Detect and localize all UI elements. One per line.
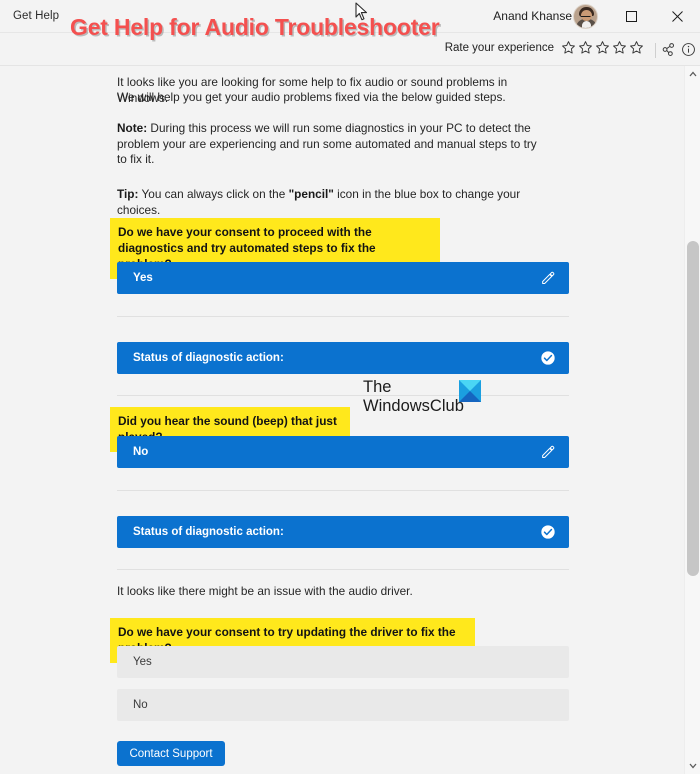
content-scroll-area[interactable]: It looks like you are looking for some h… [0, 66, 684, 774]
contact-support-button[interactable]: Contact Support [117, 741, 225, 766]
scroll-down-arrow[interactable] [685, 758, 700, 774]
rating-bar: Rate your experience [0, 33, 700, 66]
check-circle-icon [541, 525, 555, 539]
minimize-button[interactable] [562, 0, 608, 32]
intro-line-2: We will help you get your audio problems… [117, 90, 506, 104]
status-2-label: Status of diagnostic action: [133, 526, 284, 538]
title-bar: Get Help Anand Khanse [0, 0, 700, 33]
option-no-label: No [133, 699, 148, 711]
close-button[interactable] [654, 0, 700, 32]
driver-message: It looks like there might be an issue wi… [117, 584, 413, 598]
pencil-icon[interactable] [540, 270, 556, 286]
header-divider [655, 43, 656, 58]
account-name[interactable]: Anand Khanse [493, 9, 572, 23]
status-1-box[interactable]: Status of diagnostic action: [117, 342, 569, 374]
tip-paragraph: Tip: You can always click on the "pencil… [117, 187, 557, 218]
rate-label: Rate your experience [444, 41, 554, 54]
share-icon[interactable] [661, 42, 676, 57]
divider-3 [117, 490, 569, 491]
star-icon-3[interactable] [595, 40, 610, 55]
scroll-up-arrow[interactable] [685, 66, 700, 82]
answer-1-box[interactable]: Yes [117, 262, 569, 294]
divider-2 [117, 395, 569, 396]
note-paragraph: Note: During this process we will run so… [117, 121, 537, 168]
maximize-icon [625, 10, 637, 22]
windowsclub-logo-icon [459, 380, 481, 402]
window-controls [562, 0, 700, 32]
get-help-window: Get Help Anand Khanse Rate your experien… [0, 0, 700, 774]
answer-2-box[interactable]: No [117, 436, 569, 468]
info-icon[interactable] [681, 42, 696, 57]
tip-text-before: You can always click on the [138, 187, 289, 201]
star-icon-1[interactable] [561, 40, 576, 55]
star-rating[interactable] [561, 40, 644, 55]
scrollbar-thumb[interactable] [687, 241, 699, 576]
star-icon-5[interactable] [629, 40, 644, 55]
tip-bold-word: "pencil" [288, 187, 334, 201]
chevron-up-icon [689, 71, 697, 77]
check-circle-icon [541, 351, 555, 365]
star-icon-2[interactable] [578, 40, 593, 55]
answer-2-label: No [133, 446, 149, 458]
divider-4 [117, 569, 569, 570]
vertical-scrollbar[interactable] [684, 66, 700, 774]
app-title: Get Help [13, 10, 60, 22]
rate-experience-group: Rate your experience [445, 40, 644, 55]
star-icon-4[interactable] [612, 40, 627, 55]
tip-label: Tip: [117, 187, 139, 201]
option-yes-label: Yes [133, 656, 152, 668]
pencil-icon[interactable] [540, 444, 556, 460]
status-2-box[interactable]: Status of diagnostic action: [117, 516, 569, 548]
close-icon [671, 10, 683, 22]
note-text: During this process we will run some dia… [117, 121, 537, 166]
status-1-label: Status of diagnostic action: [133, 352, 284, 364]
note-label: Note: [117, 121, 148, 135]
maximize-button[interactable] [608, 0, 654, 32]
answer-1-label: Yes [133, 272, 153, 284]
option-no-button[interactable]: No [117, 689, 569, 721]
option-yes-button[interactable]: Yes [117, 646, 569, 678]
minimize-icon [580, 15, 590, 17]
divider-1 [117, 316, 569, 317]
chevron-down-icon [689, 763, 697, 769]
